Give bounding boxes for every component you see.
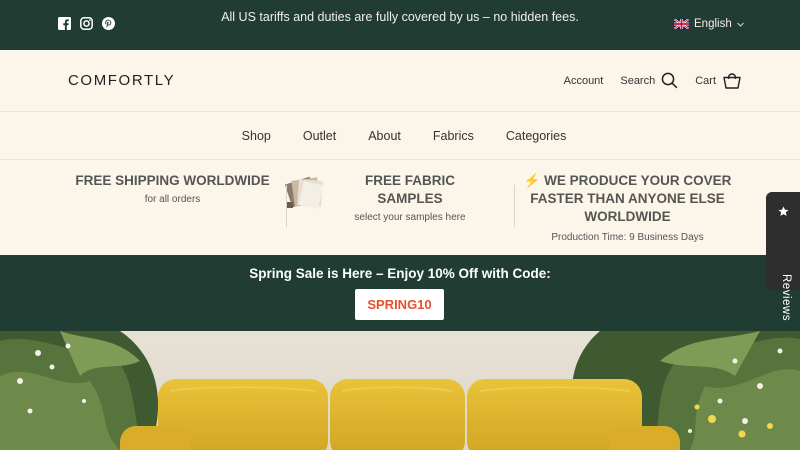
hero-image [0,331,800,450]
feature-subtitle: for all orders [144,194,201,205]
star-icon [778,206,789,216]
feature-divider [514,185,515,227]
language-label: English [694,18,732,30]
reviews-tab[interactable]: Reviews [766,192,800,321]
nav-item-shop[interactable]: Shop [242,129,271,143]
nav-item-categories[interactable]: Categories [506,129,566,143]
main-navigation: Shop Outlet About Fabrics Categories [0,112,800,160]
feature-strip: FREE SHIPPING WORLDWIDE for all orders F… [0,160,800,255]
feature-fast-production: ⚡ WE PRODUCE YOUR COVER FASTER THAN ANYO… [520,172,735,243]
site-logo[interactable]: COMFORTLY [68,72,175,89]
search-label: Search [620,74,656,87]
reviews-label: Reviews [780,274,792,321]
uk-flag-icon [674,19,689,29]
announcement-text: All US tariffs and duties are fully cove… [221,10,579,24]
promo-code-button[interactable]: SPRING10 [355,289,444,320]
feature-fabric-samples[interactable]: FREE FABRIC SAMPLES select your samples … [340,172,480,223]
fabric-swatches-image [285,176,324,209]
nav-item-outlet[interactable]: Outlet [303,129,336,143]
search-icon [661,72,678,89]
feature-title: ⚡ WE PRODUCE YOUR COVER FASTER THAN ANYO… [523,173,732,224]
nav-item-about[interactable]: About [368,129,401,143]
cart-label: Cart [695,74,716,87]
social-links [58,17,115,30]
instagram-icon[interactable] [80,17,93,30]
cart-button[interactable]: Cart [695,72,741,89]
feature-divider [286,185,287,227]
site-header: COMFORTLY Account Search Cart [0,50,800,112]
pinterest-icon[interactable] [102,17,115,30]
feature-title: FREE SHIPPING WORLDWIDE [75,173,270,188]
header-actions: Account Search Cart [564,72,741,89]
announcement-bar: All US tariffs and duties are fully cove… [0,0,800,50]
facebook-icon[interactable] [58,17,71,30]
sale-title: Spring Sale is Here – Enjoy 10% Off with… [249,266,551,281]
nav-item-fabrics[interactable]: Fabrics [433,129,474,143]
search-button[interactable]: Search [620,72,678,89]
language-selector[interactable]: English [674,18,744,30]
cart-icon [723,72,741,89]
feature-subtitle[interactable]: select your samples here [340,212,480,223]
feature-free-shipping: FREE SHIPPING WORLDWIDE for all orders [60,172,285,205]
chevron-down-icon [736,22,744,27]
feature-subtitle: Production Time: 9 Business Days [551,232,704,243]
feature-title: FREE FABRIC SAMPLES [364,173,455,206]
account-link[interactable]: Account [564,75,604,87]
